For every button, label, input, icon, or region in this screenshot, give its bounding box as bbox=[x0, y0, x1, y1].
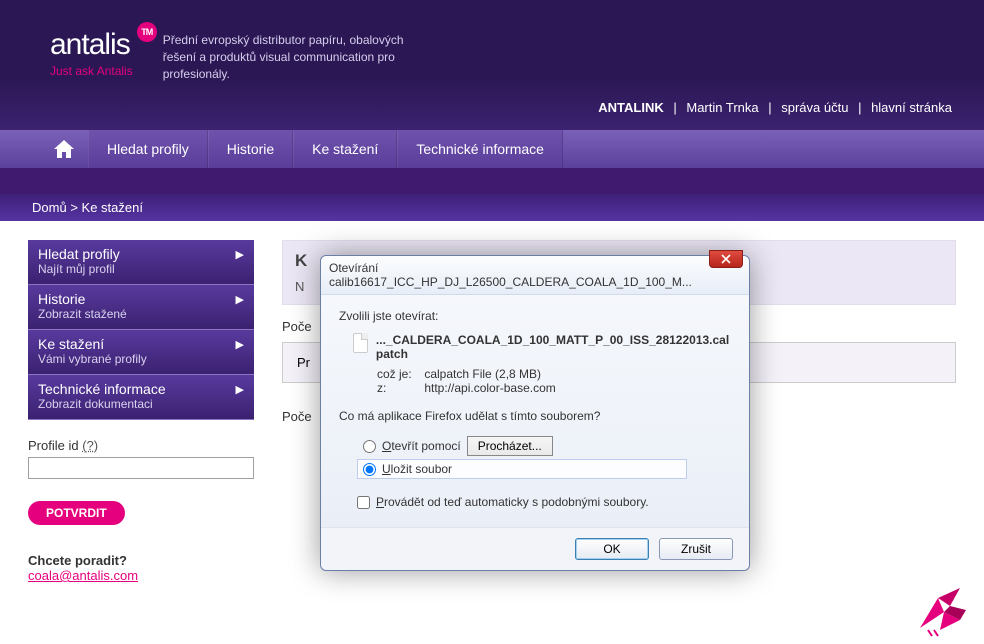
dialog-which-val: calpatch File (2,8 MB) bbox=[424, 367, 541, 381]
sidebar-item-history[interactable]: Historie Zobrazit stažené ▶ bbox=[28, 285, 254, 330]
profile-id-input[interactable] bbox=[28, 457, 254, 479]
profile-id-label: Profile id (?) bbox=[28, 438, 254, 453]
sidebar-item-sub: Vámi vybrané profily bbox=[38, 352, 244, 366]
nav-tab[interactable]: Technické informace bbox=[397, 130, 563, 168]
sidebar-item-sub: Zobrazit stažené bbox=[38, 307, 244, 321]
sidebar-item-title: Hledat profily bbox=[38, 246, 244, 262]
sidebar-item-docs[interactable]: Technické informace Zobrazit dokumentaci… bbox=[28, 375, 254, 420]
profile-id-help[interactable]: (?) bbox=[82, 438, 98, 453]
topnav-home-link[interactable]: hlavní stránka bbox=[871, 100, 952, 115]
chevron-right-icon: ▶ bbox=[236, 338, 244, 351]
chevron-right-icon: ▶ bbox=[236, 293, 244, 306]
help-email-link[interactable]: coala@antalis.com bbox=[28, 568, 138, 583]
dialog-file-row: ..._CALDERA_COALA_1D_100_MATT_P_00_ISS_2… bbox=[353, 333, 731, 361]
chevron-right-icon: ▶ bbox=[236, 248, 244, 261]
origami-bird-icon bbox=[910, 578, 970, 638]
confirm-button[interactable]: POTVRDIT bbox=[28, 501, 125, 525]
dialog-title-text: Otevírání calib16617_ICC_HP_DJ_L26500_CA… bbox=[329, 261, 692, 289]
help-block: Chcete poradit? coala@antalis.com bbox=[28, 553, 254, 583]
dialog-question: Co má aplikace Firefox udělat s tímto so… bbox=[339, 409, 731, 423]
sidebar-item-sub: Najít můj profil bbox=[38, 262, 244, 276]
breadcrumb: Domů > Ke stažení bbox=[0, 194, 984, 222]
topnav-account-link[interactable]: správa účtu bbox=[781, 100, 848, 115]
breadcrumb-sep: > bbox=[70, 200, 81, 215]
topnav-sep: | bbox=[673, 100, 680, 115]
top-nav: ANTALINK | Martin Trnka | správa účtu | … bbox=[598, 100, 952, 115]
radio-open-text: tevřít pomocí bbox=[391, 439, 460, 453]
sidebar-item-title: Historie bbox=[38, 291, 244, 307]
topnav-user[interactable]: Martin Trnka bbox=[686, 100, 758, 115]
nav-tab[interactable]: Ke stažení bbox=[293, 130, 397, 168]
dialog-which-key: což je: bbox=[377, 367, 421, 381]
main-nav: Hledat profily Historie Ke stažení Techn… bbox=[0, 130, 984, 168]
header-tagline: Přední evropský distributor papíru, obal… bbox=[163, 28, 423, 82]
topnav-sep: | bbox=[858, 100, 865, 115]
nav-tab[interactable]: Historie bbox=[208, 130, 293, 168]
dialog-titlebar: Otevírání calib16617_ICC_HP_DJ_L26500_CA… bbox=[321, 256, 749, 295]
nav-home-icon[interactable] bbox=[40, 130, 88, 168]
chevron-right-icon: ▶ bbox=[236, 383, 244, 396]
dialog-file-name: ..._CALDERA_COALA_1D_100_MATT_P_00_ISS_2… bbox=[376, 333, 731, 361]
logo-slogan: Just ask Antalis bbox=[50, 64, 133, 78]
sidebar-item-download[interactable]: Ke stažení Vámi vybrané profily ▶ bbox=[28, 330, 254, 375]
logo-block: antalis TM Just ask Antalis Přední evrop… bbox=[50, 28, 423, 82]
page-header: antalis TM Just ask Antalis Přední evrop… bbox=[0, 0, 984, 130]
auto-checkbox[interactable] bbox=[357, 496, 370, 509]
sidebar-item-sub: Zobrazit dokumentaci bbox=[38, 397, 244, 411]
nav-tab[interactable]: Hledat profily bbox=[88, 130, 208, 168]
help-title: Chcete poradit? bbox=[28, 553, 254, 568]
nav-spacer bbox=[0, 168, 984, 194]
logo-tm-badge: TM bbox=[137, 22, 157, 42]
radio-open-label: Otevřít pomocí bbox=[382, 439, 461, 453]
dialog-from-key: z: bbox=[377, 381, 421, 395]
close-icon bbox=[721, 254, 731, 264]
dialog-from-row: z: http://api.color-base.com bbox=[377, 381, 731, 395]
breadcrumb-current: Ke stažení bbox=[82, 200, 143, 215]
dialog-footer: OK Zrušit bbox=[321, 527, 749, 570]
sidebar-item-search[interactable]: Hledat profily Najít můj profil ▶ bbox=[28, 240, 254, 285]
download-dialog: Otevírání calib16617_ICC_HP_DJ_L26500_CA… bbox=[320, 255, 750, 571]
auto-checkbox-row[interactable]: Provádět od teď automaticky s podobnými … bbox=[357, 495, 731, 509]
radio-save-row[interactable]: Uložit soubor bbox=[357, 459, 687, 479]
dialog-close-button[interactable] bbox=[709, 250, 743, 268]
dialog-type-row: což je: calpatch File (2,8 MB) bbox=[377, 367, 731, 381]
auto-checkbox-label: Provádět od teď automaticky s podobnými … bbox=[376, 495, 649, 509]
browse-button[interactable]: Procházet... bbox=[467, 436, 553, 456]
radio-save-label: Uložit soubor bbox=[382, 462, 452, 476]
radio-open[interactable] bbox=[363, 440, 376, 453]
box-pr-label: Pr bbox=[297, 355, 310, 370]
sidebar: Hledat profily Najít můj profil ▶ Histor… bbox=[28, 240, 254, 583]
dialog-chosen-text: Zvolili jste otevírat: bbox=[339, 309, 731, 323]
home-icon bbox=[52, 138, 76, 160]
sidebar-item-title: Ke stažení bbox=[38, 336, 244, 352]
radio-save[interactable] bbox=[363, 463, 376, 476]
radio-open-row[interactable]: Otevřít pomocí Procházet... bbox=[357, 433, 731, 459]
sidebar-item-title: Technické informace bbox=[38, 381, 244, 397]
dialog-from-val: http://api.color-base.com bbox=[424, 381, 555, 395]
ok-button[interactable]: OK bbox=[575, 538, 649, 560]
topnav-brand: ANTALINK bbox=[598, 100, 663, 115]
breadcrumb-home[interactable]: Domů bbox=[32, 200, 67, 215]
logo-text: antalis TM bbox=[50, 28, 133, 62]
brand-logo[interactable]: antalis TM Just ask Antalis bbox=[50, 28, 133, 78]
file-icon bbox=[353, 333, 368, 353]
topnav-sep: | bbox=[768, 100, 775, 115]
cancel-button[interactable]: Zrušit bbox=[659, 538, 733, 560]
dialog-body: Zvolili jste otevírat: ..._CALDERA_COALA… bbox=[321, 295, 749, 527]
